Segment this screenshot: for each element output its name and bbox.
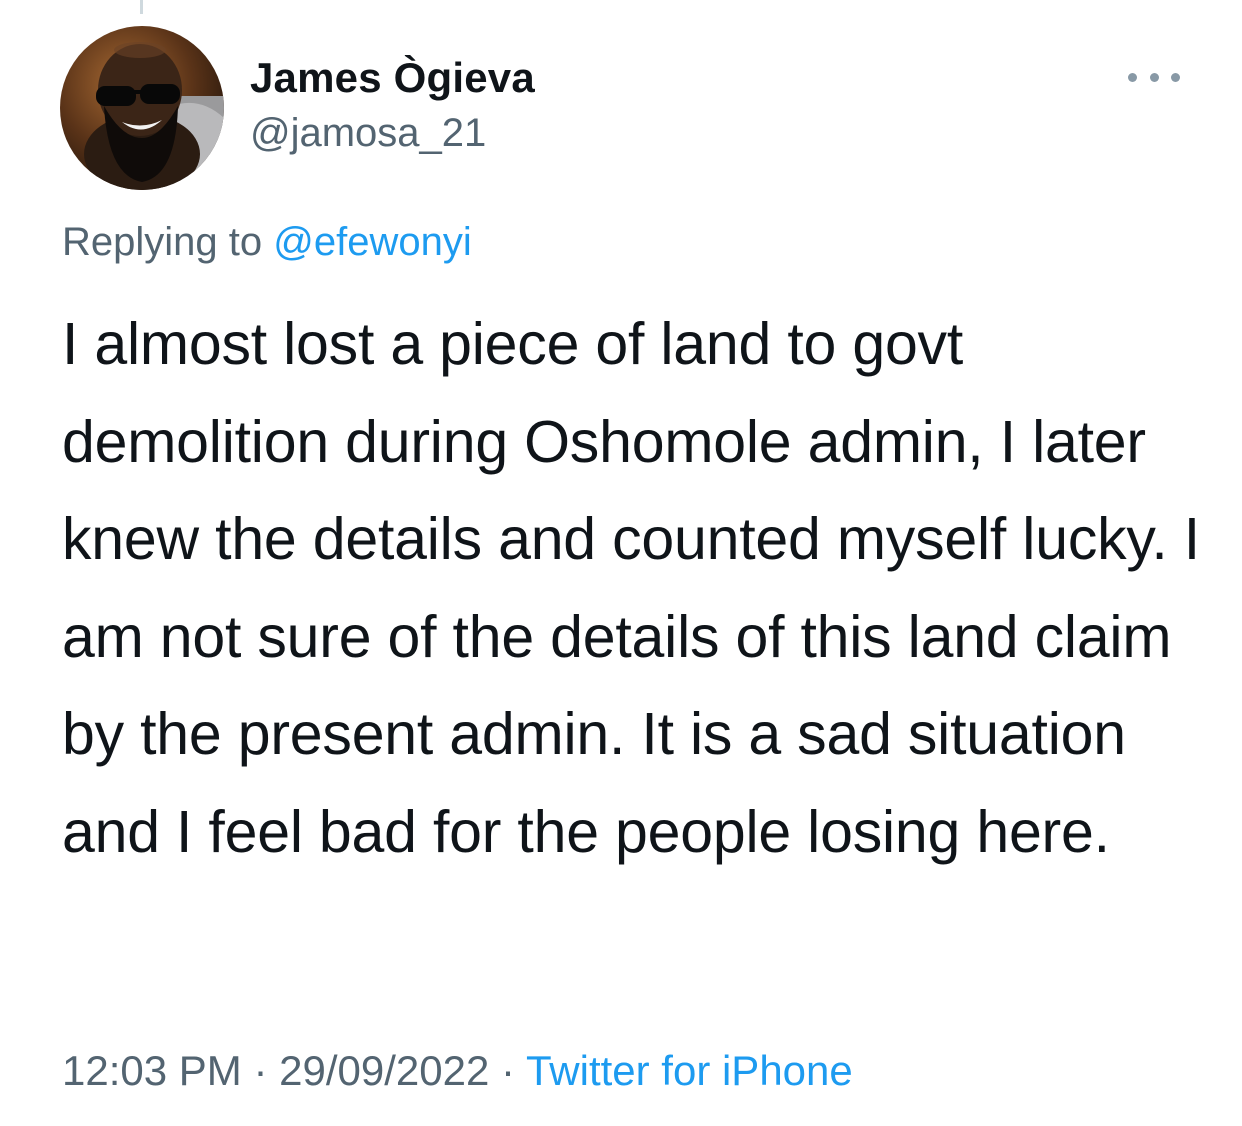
tweet-source-link[interactable]: Twitter for iPhone — [526, 1047, 853, 1094]
more-options-icon[interactable] — [1128, 62, 1180, 92]
tweet-text: I almost lost a piece of land to govt de… — [62, 311, 1200, 865]
meta-separator: · — [253, 1047, 268, 1094]
menu-dot — [1171, 72, 1180, 82]
meta-separator: · — [501, 1047, 516, 1094]
replying-to-line: Replying to @efewonyi — [62, 214, 472, 270]
replying-to-handle-link[interactable]: @efewonyi — [273, 220, 471, 264]
avatar-image — [60, 26, 224, 190]
menu-dot — [1149, 72, 1159, 82]
author-handle[interactable]: @jamosa_21 — [250, 106, 535, 160]
tweet-time[interactable]: 12:03 PM — [62, 1047, 242, 1094]
thread-connector-line — [140, 0, 143, 14]
avatar[interactable] — [60, 26, 224, 190]
menu-dot — [1128, 72, 1137, 82]
author-display-name[interactable]: James Ògieva — [250, 50, 535, 106]
author-block: James Ògieva @jamosa_21 — [250, 50, 535, 160]
replying-to-label: Replying to — [62, 220, 263, 264]
tweet-date[interactable]: 29/09/2022 — [279, 1047, 489, 1094]
tweet-metadata: 12:03 PM · 29/09/2022 · Twitter for iPho… — [62, 1042, 853, 1100]
